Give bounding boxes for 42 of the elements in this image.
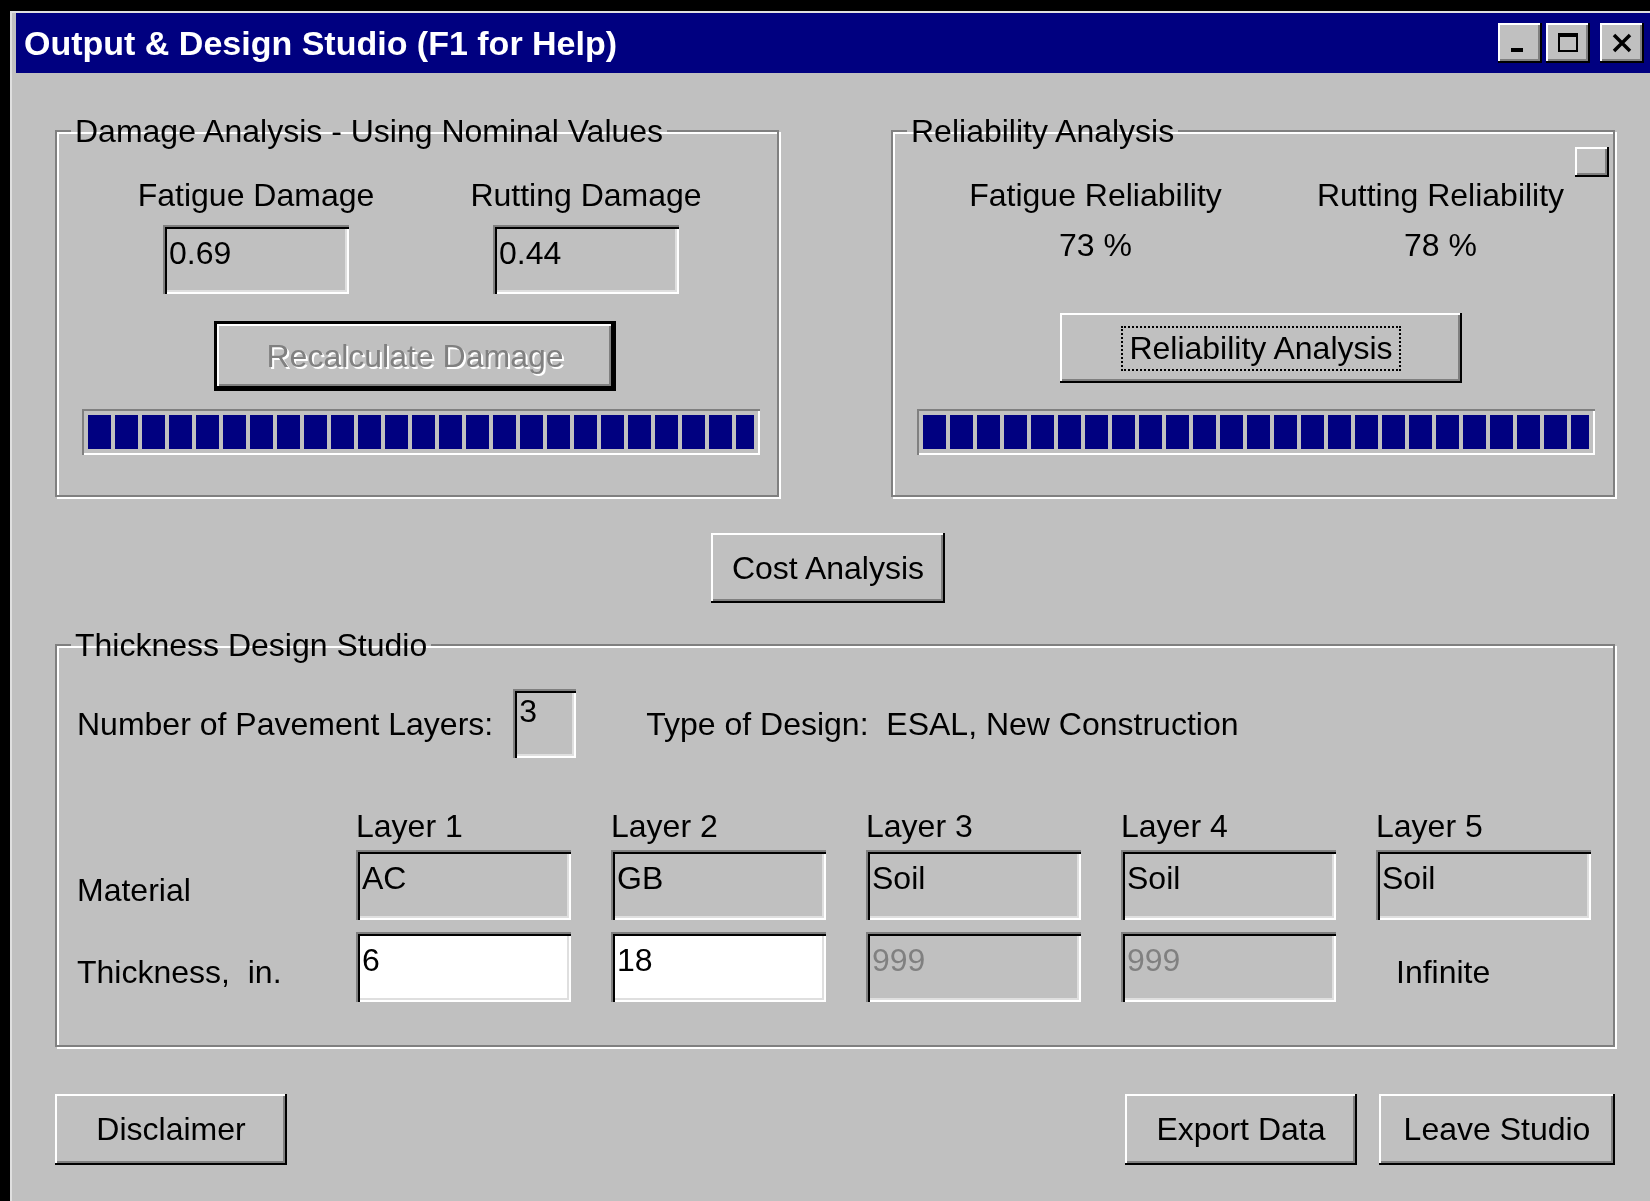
dialog-button[interactable]: Leave Studio <box>1379 1094 1615 1165</box>
design-type-text: Type of Design: ESAL, New Construction <box>646 705 1239 742</box>
thickness-field[interactable]: 6 <box>356 932 571 1002</box>
group-title: Thickness Design Studio <box>74 627 429 663</box>
column-header: Layer 2 <box>611 808 719 844</box>
material-field[interactable]: Soil <box>866 850 1081 920</box>
maximize-icon <box>1556 31 1580 55</box>
result-value: 73 % <box>1059 227 1132 263</box>
field-label: Fatigue Damage <box>137 177 375 213</box>
result-label: Fatigue Reliability <box>969 177 1222 213</box>
window-title: Output & Design Studio (F1 for Help) <box>24 23 618 63</box>
maximize-button[interactable] <box>1546 23 1590 63</box>
small-button[interactable] <box>1575 147 1609 177</box>
result-value: 78 % <box>1404 227 1477 263</box>
material-field[interactable]: AC <box>356 850 571 920</box>
dialog-button[interactable]: Export Data <box>1125 1094 1357 1165</box>
layers-field[interactable]: 3 <box>513 689 577 758</box>
column-header: Layer 4 <box>1121 808 1229 844</box>
reliability-button[interactable]: Reliability Analysis <box>1060 313 1462 383</box>
disclaimer-button[interactable]: Disclaimer <box>55 1094 287 1165</box>
close-button[interactable] <box>1600 23 1644 63</box>
row-label: Thickness, in. <box>77 954 283 990</box>
cost-button[interactable]: Cost Analysis <box>711 533 945 603</box>
minimize-icon <box>1511 48 1523 52</box>
thickness-field[interactable]: 18 <box>611 932 826 1002</box>
column-header: Layer 1 <box>356 808 464 844</box>
material-field[interactable]: Soil <box>1121 850 1336 920</box>
row-label: Material <box>77 872 192 908</box>
layers-label: Number of Pavement Layers: <box>77 705 494 742</box>
minimize-button[interactable] <box>1498 23 1542 63</box>
group-title: Damage Analysis - Using Nominal Values <box>74 113 665 149</box>
material-field[interactable]: GB <box>611 850 826 920</box>
output-field[interactable]: 0.69 <box>163 225 349 294</box>
thickness-value: Infinite <box>1395 954 1492 990</box>
column-header: Layer 5 <box>1376 808 1484 844</box>
output-field[interactable]: 0.44 <box>493 225 679 294</box>
material-field[interactable]: Soil <box>1376 850 1591 920</box>
group-title: Reliability Analysis <box>910 113 1176 149</box>
column-header: Layer 3 <box>866 808 974 844</box>
field-label: Rutting Damage <box>470 177 702 213</box>
close-icon <box>1610 31 1634 55</box>
result-label: Rutting Reliability <box>1316 177 1565 213</box>
